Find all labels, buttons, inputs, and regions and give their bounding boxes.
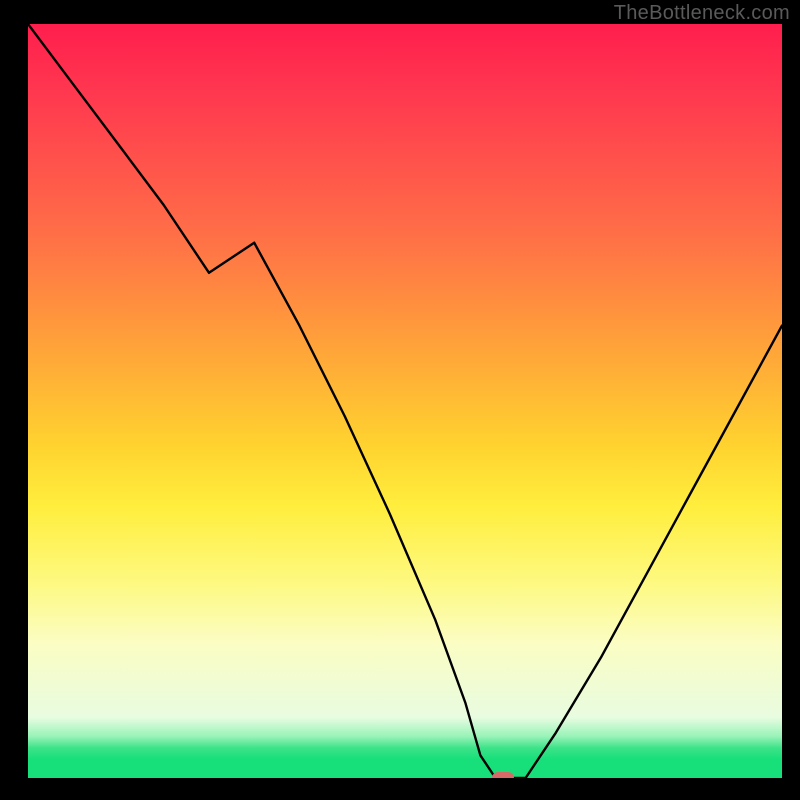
watermark-text: TheBottleneck.com bbox=[614, 2, 790, 25]
optimal-marker bbox=[492, 772, 514, 778]
chart-frame: TheBottleneck.com bbox=[0, 0, 800, 800]
plot-area bbox=[28, 24, 782, 778]
bottleneck-curve bbox=[28, 24, 782, 778]
